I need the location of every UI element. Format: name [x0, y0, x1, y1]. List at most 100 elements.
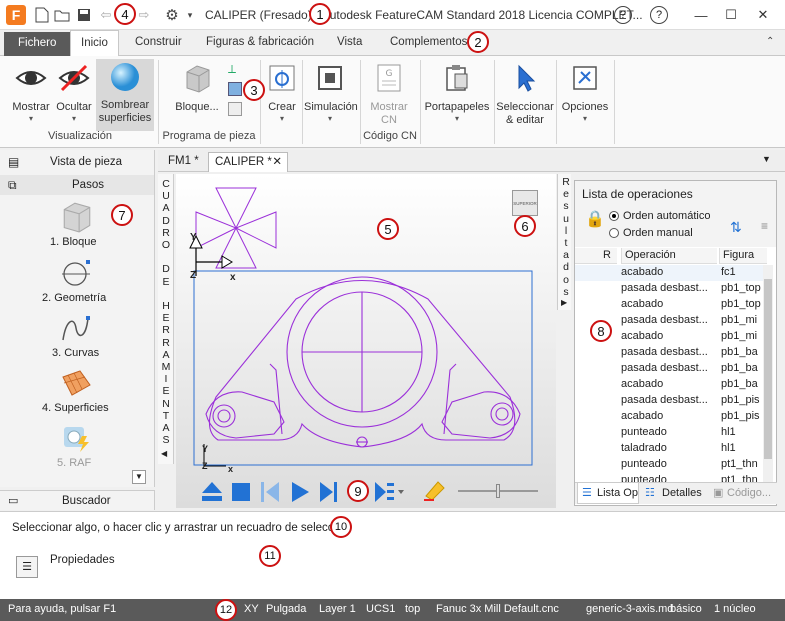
close-tab-icon[interactable]: ✕: [272, 153, 282, 171]
part-document-icon[interactable]: [228, 102, 242, 116]
vertical-scrollbar[interactable]: [763, 265, 773, 483]
status-view[interactable]: top: [405, 603, 420, 615]
bloque-button[interactable]: Bloque...: [172, 62, 222, 130]
status-mode[interactable]: básico: [670, 603, 702, 615]
lock-icon[interactable]: 🔒: [585, 209, 605, 229]
sort-order-icon[interactable]: ⇅: [730, 219, 742, 236]
step-forward-icon[interactable]: [318, 481, 340, 503]
close-button[interactable]: ✕: [748, 4, 778, 26]
geometry-step-icon: [62, 260, 90, 286]
mostrar-button[interactable]: Mostrar ▾: [10, 62, 52, 130]
simulacion-button[interactable]: Simulación ▾: [304, 62, 358, 130]
doc-tab-fm1[interactable]: FM1 *: [162, 152, 205, 172]
status-cores[interactable]: 1 núcleo: [714, 603, 756, 615]
table-row[interactable]: acabado pb1_ba: [575, 377, 765, 393]
table-row[interactable]: punteado hl1: [575, 425, 765, 441]
fast-forward-icon[interactable]: [374, 481, 406, 503]
status-post[interactable]: Fanuc 3x Mill Default.cnc: [436, 603, 559, 615]
table-row[interactable]: acabado pb1_pis: [575, 409, 765, 425]
undo-icon[interactable]: ⇦: [96, 5, 116, 25]
eraser-icon[interactable]: [422, 478, 446, 502]
status-plane[interactable]: XY: [244, 603, 259, 615]
sombrear-superficies-button[interactable]: Sombrear superficies: [96, 59, 154, 131]
tab-lista-op[interactable]: ☰ Lista Op: [577, 483, 639, 504]
step-raf[interactable]: 5. RAF: [0, 420, 154, 470]
nc-code-icon: G: [377, 64, 401, 92]
mostrar-cn-button[interactable]: G Mostrar CN: [366, 62, 412, 130]
crear-button[interactable]: Crear ▾: [264, 62, 300, 130]
step-superficies[interactable]: 4. Superficies: [0, 365, 154, 415]
new-file-icon[interactable]: [32, 5, 52, 25]
step-back-icon[interactable]: [260, 481, 280, 503]
stop-icon[interactable]: [232, 483, 250, 501]
view-cube[interactable]: SUPERIOR: [512, 190, 538, 216]
step-bloque[interactable]: 1. Bloque: [0, 200, 154, 250]
tab-figuras-fabricacion[interactable]: Figuras & fabricación: [206, 30, 314, 56]
scroll-down-button[interactable]: ▼: [132, 470, 146, 484]
open-folder-icon[interactable]: [52, 5, 72, 25]
tab-construir[interactable]: Construir: [135, 30, 182, 56]
smiley-feedback-icon[interactable]: ?: [614, 6, 632, 24]
graphics-viewport[interactable]: X Y Z X Y Z SUPERIOR: [176, 174, 556, 508]
seleccionar-editar-button[interactable]: Seleccionar & editar: [496, 62, 554, 130]
list-view-icon[interactable]: ≡: [761, 219, 768, 233]
table-row[interactable]: pasada desbast... pb1_ba: [575, 361, 765, 377]
maximize-button[interactable]: ☐: [716, 4, 746, 26]
coordinate-axes-icon[interactable]: ⟂: [228, 62, 244, 78]
vista-pieza-tab[interactable]: ▤ Vista de pieza: [0, 152, 154, 172]
tab-vista[interactable]: Vista: [337, 30, 362, 56]
resultados-strip[interactable]: Re s u l t a d o s ▶: [557, 174, 571, 310]
tab-detalles[interactable]: ☷ Detalles: [641, 483, 707, 504]
properties-icon[interactable]: ☰: [16, 556, 38, 578]
collapse-ribbon-icon[interactable]: ⌃: [766, 36, 774, 47]
status-ucs[interactable]: UCS1: [366, 603, 395, 615]
doc-tab-caliper[interactable]: CALIPER * ✕: [208, 152, 288, 172]
quick-access-dropdown-icon[interactable]: ▾: [180, 5, 200, 25]
op-name: pasada desbast...: [621, 314, 708, 326]
settings-gear-icon[interactable]: ⚙: [162, 5, 182, 25]
ocultar-button[interactable]: Ocultar ▾: [53, 62, 95, 130]
step-geometria[interactable]: 2. Geometría: [0, 255, 154, 305]
collapse-left-arrow-icon[interactable]: ◀: [161, 449, 167, 458]
column-header-operacion[interactable]: Operación: [621, 248, 717, 264]
minimize-button[interactable]: —: [686, 4, 716, 26]
slider-thumb[interactable]: [496, 484, 500, 498]
tab-inicio[interactable]: Inicio: [70, 30, 119, 57]
redo-icon[interactable]: ⇨: [134, 5, 154, 25]
strip-letter: T: [162, 409, 170, 422]
eject-icon[interactable]: [200, 480, 224, 502]
table-row[interactable]: acabado pb1_top: [575, 297, 765, 313]
tab-list-dropdown-icon[interactable]: ▼: [762, 154, 771, 164]
orden-manual-radio[interactable]: [609, 228, 619, 238]
status-units[interactable]: Pulgada: [266, 603, 306, 615]
tab-fichero[interactable]: Fichero: [4, 32, 71, 56]
portapapeles-button[interactable]: Portapapeles ▾: [424, 62, 490, 130]
status-machine[interactable]: generic-3-axis.md: [586, 603, 673, 615]
step-curvas[interactable]: 3. Curvas: [0, 310, 154, 360]
expand-right-arrow-icon[interactable]: ▶: [561, 298, 567, 307]
tab-codigo[interactable]: ▣ Código...: [709, 483, 775, 504]
orden-automatico-radio[interactable]: [609, 211, 619, 221]
help-icon[interactable]: ?: [650, 6, 668, 24]
simulation-speed-slider[interactable]: [458, 484, 538, 498]
save-icon[interactable]: [74, 5, 94, 25]
table-row[interactable]: punteado pt1_thn: [575, 457, 765, 473]
table-row[interactable]: acabado fc1: [575, 265, 765, 281]
app-logo[interactable]: F: [6, 5, 26, 25]
column-header-figura[interactable]: Figura: [719, 248, 767, 264]
cuadro-herramientas-strip[interactable]: C U A D R O D E H E R R A M I E N T A S ◀: [158, 174, 174, 464]
play-icon[interactable]: [290, 481, 310, 503]
opciones-button[interactable]: Opciones ▾: [560, 62, 610, 130]
pasos-tab[interactable]: ⧉ Pasos: [0, 175, 154, 195]
propiedades-label[interactable]: Propiedades: [50, 554, 115, 566]
column-header-r[interactable]: R: [603, 248, 617, 264]
table-row[interactable]: pasada desbast... pb1_top: [575, 281, 765, 297]
table-row[interactable]: pasada desbast... pb1_pis: [575, 393, 765, 409]
tab-complementos[interactable]: Complementos: [390, 30, 467, 56]
group-codigo-cn: Código CN: [363, 130, 417, 142]
table-row[interactable]: pasada desbast... pb1_ba: [575, 345, 765, 361]
buscador-tab[interactable]: ▭ Buscador: [0, 490, 155, 510]
part-setup-icon[interactable]: [228, 82, 242, 96]
table-row[interactable]: taladrado hl1: [575, 441, 765, 457]
status-layer[interactable]: Layer 1: [319, 603, 356, 615]
